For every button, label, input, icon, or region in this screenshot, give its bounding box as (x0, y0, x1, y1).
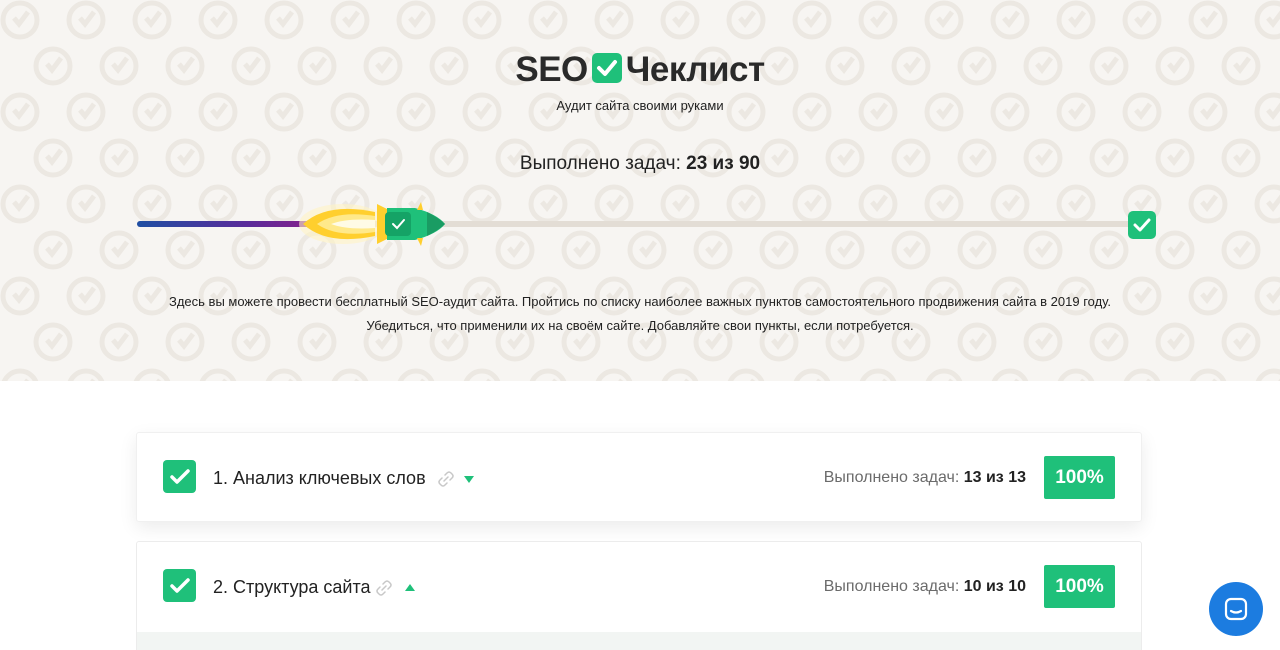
progress-fill (137, 221, 321, 227)
progress-summary: Выполнено задач: 23 из 90 (0, 153, 1280, 175)
section-stat-label: Выполнено задач: (823, 578, 960, 595)
tagline: Аудит сайта своими руками (556, 98, 724, 113)
logo-check-icon (591, 53, 622, 83)
rocket-icon (299, 202, 445, 246)
section-checkbox[interactable] (163, 460, 196, 493)
description-line-2: Убедиться, что применили их на своём сай… (366, 318, 914, 333)
description: Здесь вы можете провести бесплатный SEO-… (0, 290, 1280, 338)
logo[interactable]: SEO Чеклист (0, 50, 1280, 90)
description-line-1: Здесь вы можете провести бесплатный SEO-… (168, 294, 1111, 309)
section-title[interactable]: 2. Структура сайта (213, 577, 371, 598)
link-icon[interactable] (376, 580, 392, 596)
section-checkbox[interactable] (163, 569, 196, 602)
section-card-2[interactable]: 2. Структура сайта Выполнено задач: 10 и… (136, 541, 1142, 650)
logo-left-text: SEO (515, 50, 588, 89)
section-content-band (137, 632, 1141, 650)
link-icon[interactable] (438, 471, 454, 487)
section-card-1[interactable]: 1. Анализ ключевых слов Выполнено задач:… (136, 432, 1142, 522)
section-percent-badge: 100% (1044, 456, 1115, 499)
section-stat-value: 10 из 10 (963, 578, 1026, 595)
section-stat-label: Выполнено задач: (823, 469, 960, 486)
section-stat: Выполнено задач: 13 из 13 (824, 469, 1026, 487)
section-percent-badge: 100% (1044, 565, 1115, 608)
section-stat: Выполнено задач: 10 из 10 (824, 578, 1026, 596)
caret-down-icon[interactable] (464, 476, 474, 483)
finish-check-icon (1128, 211, 1156, 239)
caret-up-icon[interactable] (405, 584, 415, 591)
progress-value: 23 из 90 (686, 153, 761, 174)
progress-label: Выполнено задач: (519, 153, 681, 174)
progress-track (137, 221, 1137, 227)
logo-right-text: Чеклист (625, 50, 765, 89)
section-title[interactable]: 1. Анализ ключевых слов (213, 468, 426, 489)
section-stat-value: 13 из 13 (963, 469, 1026, 486)
chat-button[interactable] (1209, 582, 1263, 636)
hero-section: SEO Чеклист Аудит сайта своими руками Вып… (0, 0, 1280, 381)
chat-icon (1224, 597, 1248, 621)
